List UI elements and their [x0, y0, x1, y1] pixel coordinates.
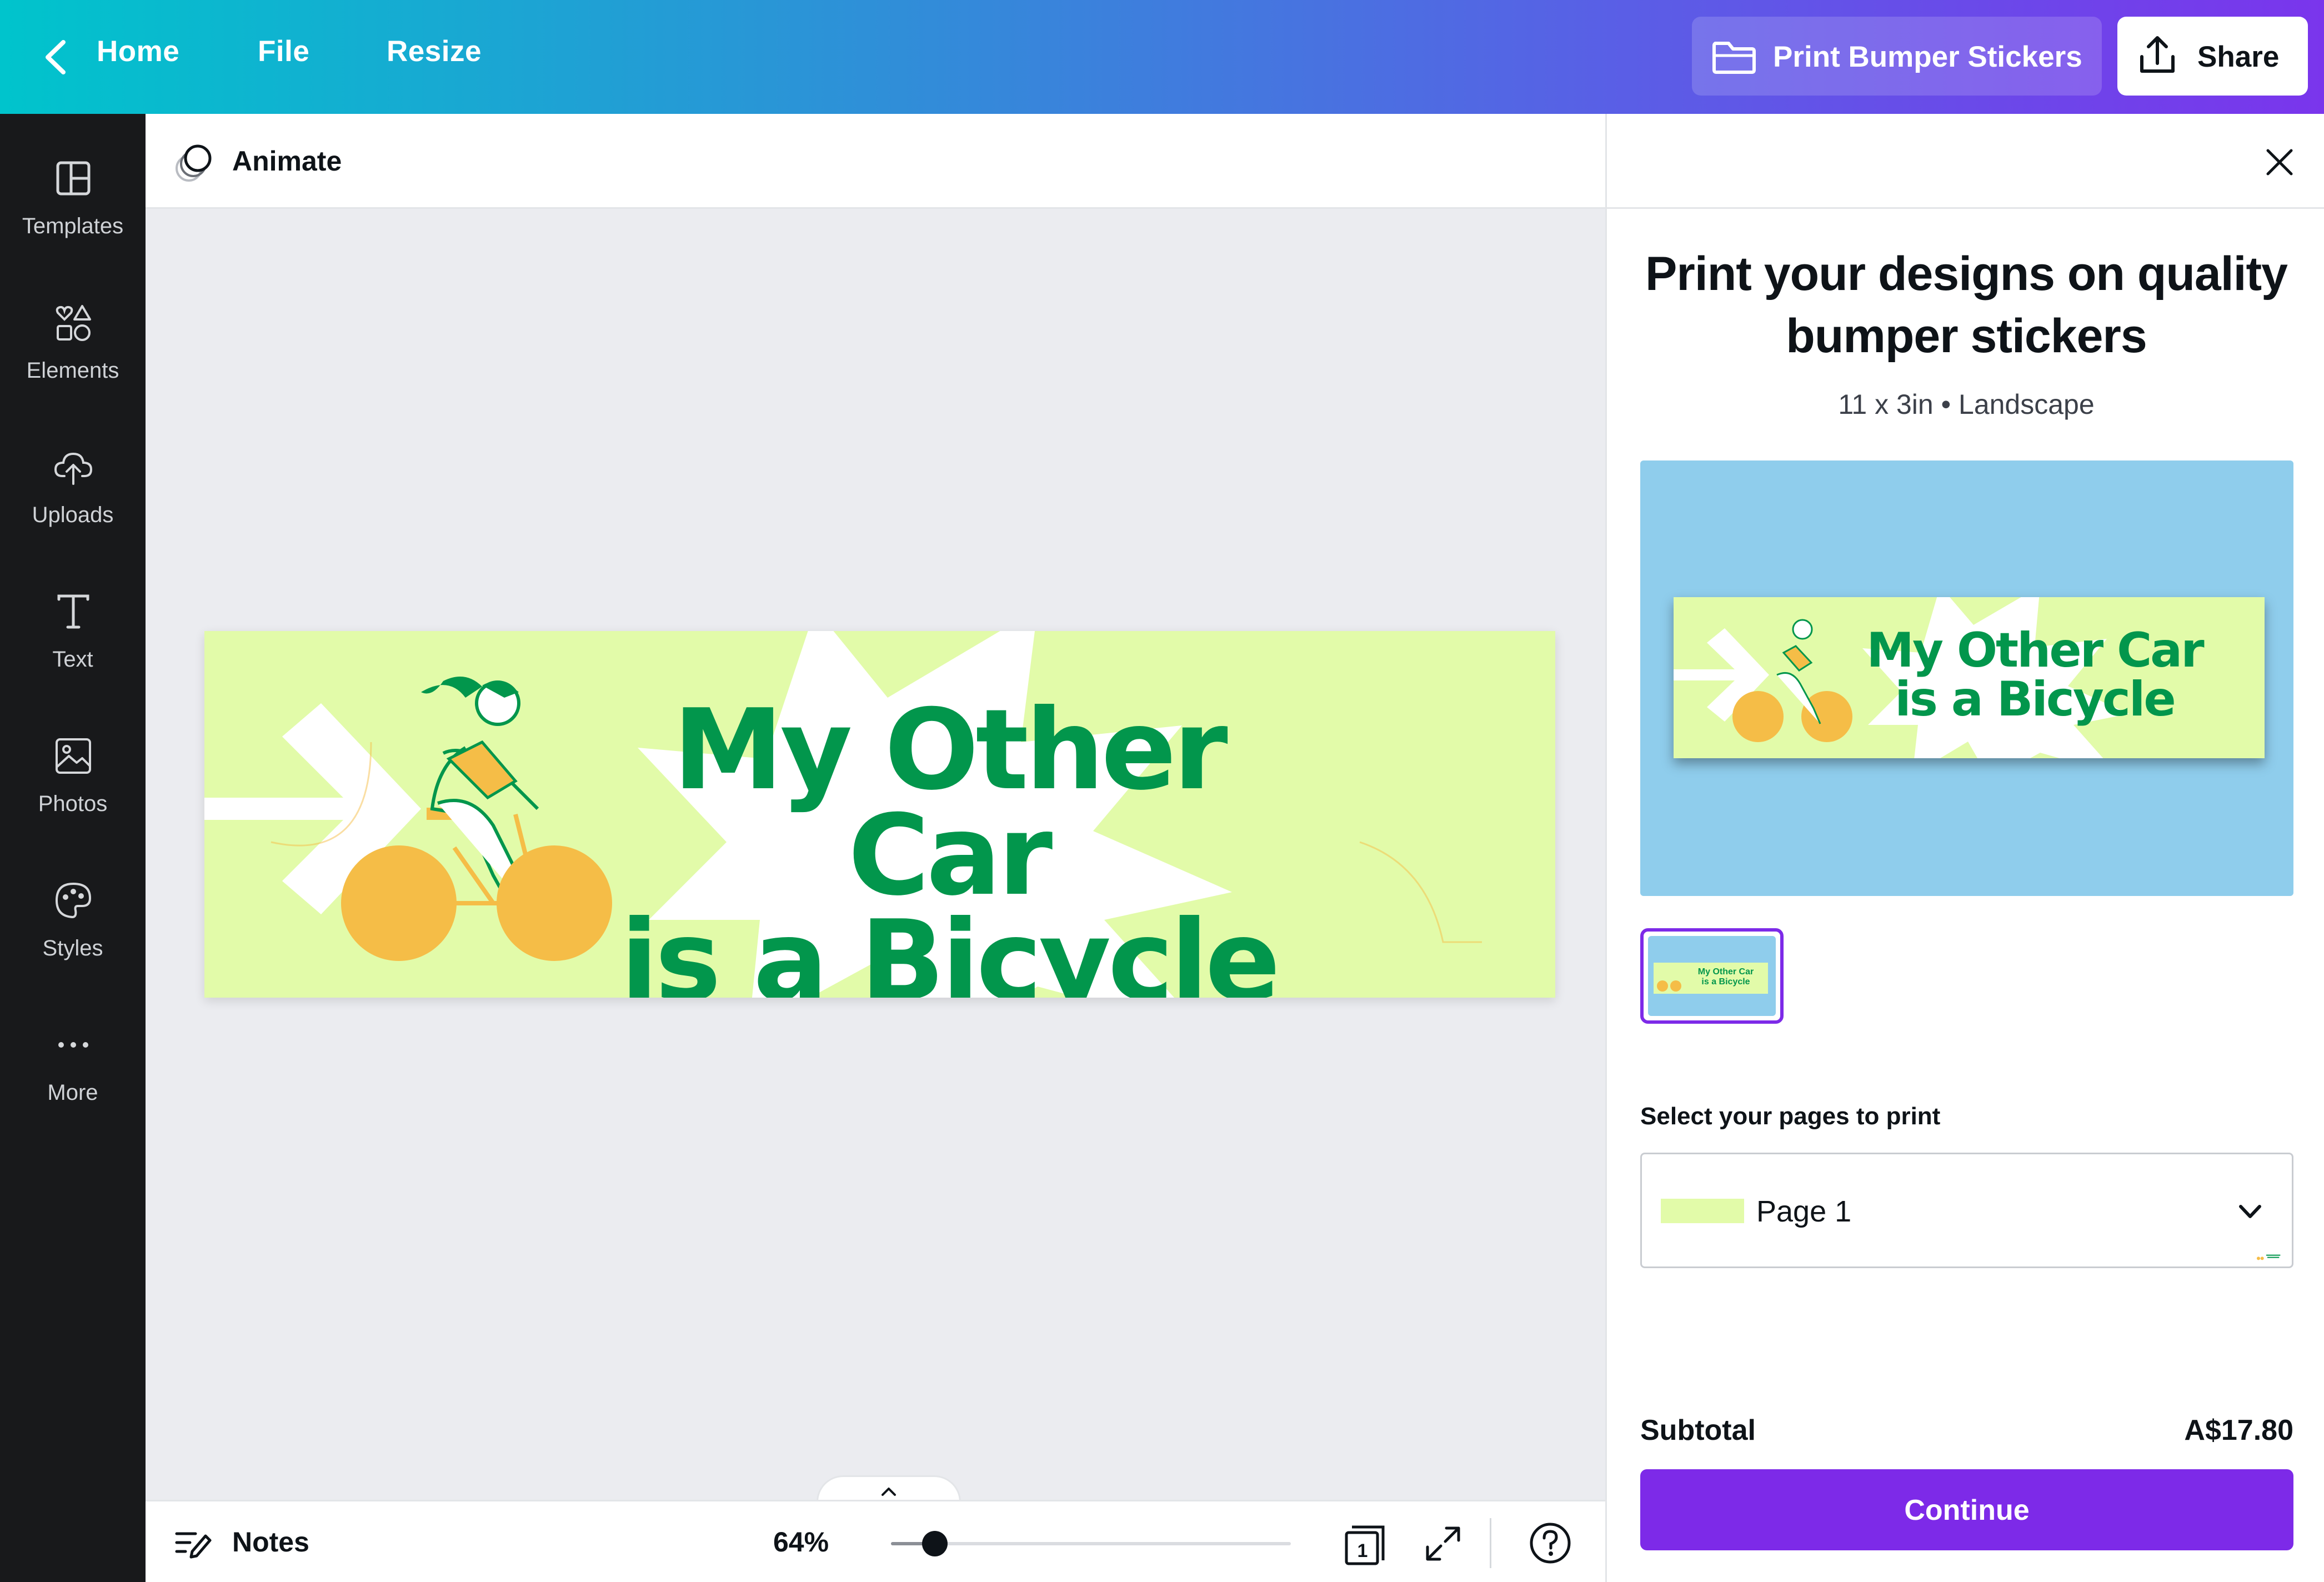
design-headline[interactable]: My Other Car is a Bicycle — [593, 685, 1304, 998]
page-drawer-toggle[interactable] — [817, 1475, 961, 1502]
top-bar: Home File Resize Print Bumper Stickers S… — [0, 0, 2324, 114]
sidebar-item-label: Uploads — [32, 503, 114, 527]
upload-share-icon — [2140, 36, 2175, 73]
sidebar-item-styles[interactable]: Styles — [0, 853, 146, 980]
home-link[interactable]: Home — [97, 34, 179, 68]
sidebar-item-label: Templates — [22, 214, 124, 238]
close-icon[interactable] — [2262, 145, 2297, 179]
photos-icon — [56, 738, 91, 774]
left-sidebar: Templates Elements Uploads Text Photos S… — [0, 114, 146, 1582]
sidebar-item-photos[interactable]: Photos — [0, 708, 146, 836]
headline-line-1: My Other Car — [673, 685, 1228, 920]
thumbnail-art — [1657, 980, 1681, 992]
sidebar-item-label: Text — [52, 647, 93, 672]
print-panel: Print your designs on quality bumper sti… — [1605, 114, 2324, 1582]
sticker-headline: My Other Car is a Bicycle — [1846, 626, 2223, 724]
sidebar-item-label: Styles — [42, 936, 103, 960]
resize-menu[interactable]: Resize — [387, 34, 482, 68]
templates-icon — [56, 161, 91, 196]
print-button-label: Print Bumper Stickers — [1773, 41, 2082, 73]
animate-label: Animate — [232, 146, 342, 177]
zoom-slider-track[interactable] — [891, 1542, 1291, 1545]
notes-label: Notes — [232, 1526, 309, 1558]
fullscreen-icon[interactable] — [1423, 1524, 1463, 1564]
page-mini-art — [2257, 1254, 2281, 1260]
rear-wheel — [341, 845, 457, 961]
thumbnail-text: My Other Car is a Bicycle — [1687, 967, 1765, 987]
elements-icon — [56, 305, 91, 341]
page-select-dropdown[interactable]: Page 1 — [1640, 1153, 2293, 1268]
bottom-bar: Notes 64% 1 — [146, 1500, 1605, 1582]
sidebar-item-more[interactable]: More — [0, 997, 146, 1125]
subtotal-label: Subtotal — [1640, 1414, 1756, 1446]
uploads-icon — [54, 452, 93, 485]
select-pages-label: Select your pages to print — [1640, 1103, 1941, 1130]
sidebar-item-templates[interactable]: Templates — [0, 131, 146, 258]
panel-header — [1607, 114, 2324, 209]
notes-icon — [175, 1532, 212, 1559]
chevron-left-icon[interactable] — [40, 38, 73, 77]
animate-button[interactable]: Animate — [162, 125, 362, 197]
headline-line-2: is a Bicycle — [620, 897, 1281, 998]
thumbnail-line-2: is a Bicycle — [1701, 977, 1750, 987]
chevron-down-icon — [2239, 1205, 2261, 1218]
notes-button[interactable]: Notes — [162, 1513, 329, 1574]
sidebar-item-text[interactable]: Text — [0, 564, 146, 692]
styles-icon — [55, 882, 92, 919]
chevron-up-icon — [881, 1488, 896, 1496]
sidebar-item-label: More — [47, 1080, 98, 1105]
animate-icon — [176, 144, 212, 182]
print-bumper-stickers-button[interactable]: Print Bumper Stickers — [1692, 17, 2102, 96]
canvas-area[interactable]: My Other Car is a Bicycle — [146, 209, 1605, 1500]
sticker-mockup: My Other Car is a Bicycle — [1674, 597, 2265, 758]
subtotal-value: A$17.80 — [2184, 1414, 2293, 1446]
sidebar-item-label: Elements — [26, 358, 119, 383]
share-button[interactable]: Share — [2117, 17, 2308, 96]
page-thumbnail-selected[interactable]: My Other Car is a Bicycle — [1640, 928, 1784, 1024]
text-icon — [57, 594, 89, 629]
continue-button-label: Continue — [1904, 1494, 2030, 1526]
thumbnail-preview: My Other Car is a Bicycle — [1648, 936, 1776, 1016]
zoom-percentage[interactable]: 64% — [773, 1526, 829, 1558]
page-mini-thumbnail — [1661, 1199, 2281, 1260]
divider — [1490, 1518, 1491, 1568]
zoom-slider-handle[interactable] — [922, 1531, 948, 1556]
panel-subtitle: 11 x 3in • Landscape — [1838, 389, 2095, 420]
page-count-button[interactable]: 1 — [1340, 1519, 1390, 1569]
design-page[interactable]: My Other Car is a Bicycle — [204, 631, 1555, 998]
sticker-preview: My Other Car is a Bicycle — [1640, 460, 2293, 896]
continue-button[interactable]: Continue — [1640, 1469, 2293, 1550]
sidebar-item-elements[interactable]: Elements — [0, 275, 146, 403]
share-button-label: Share — [2197, 41, 2280, 73]
sticker-line-2: is a Bicycle — [1895, 672, 2176, 727]
selected-page: Page 1 — [1756, 1195, 1852, 1228]
editor-toolbar: Animate — [146, 114, 1605, 209]
folder-icon — [1712, 42, 1756, 74]
more-icon — [58, 1042, 88, 1048]
sidebar-item-label: Photos — [38, 792, 108, 816]
panel-title: Print your designs on quality bumper sti… — [1645, 247, 2288, 363]
thumbnail-line-1: My Other Car — [1697, 967, 1754, 977]
file-menu[interactable]: File — [258, 34, 309, 68]
sidebar-item-uploads[interactable]: Uploads — [0, 419, 146, 547]
thumbnail-sticker: My Other Car is a Bicycle — [1654, 963, 1768, 994]
help-icon[interactable] — [1529, 1521, 1572, 1565]
page-count: 1 — [1357, 1540, 1368, 1561]
sticker-line-1: My Other Car — [1866, 623, 2204, 678]
